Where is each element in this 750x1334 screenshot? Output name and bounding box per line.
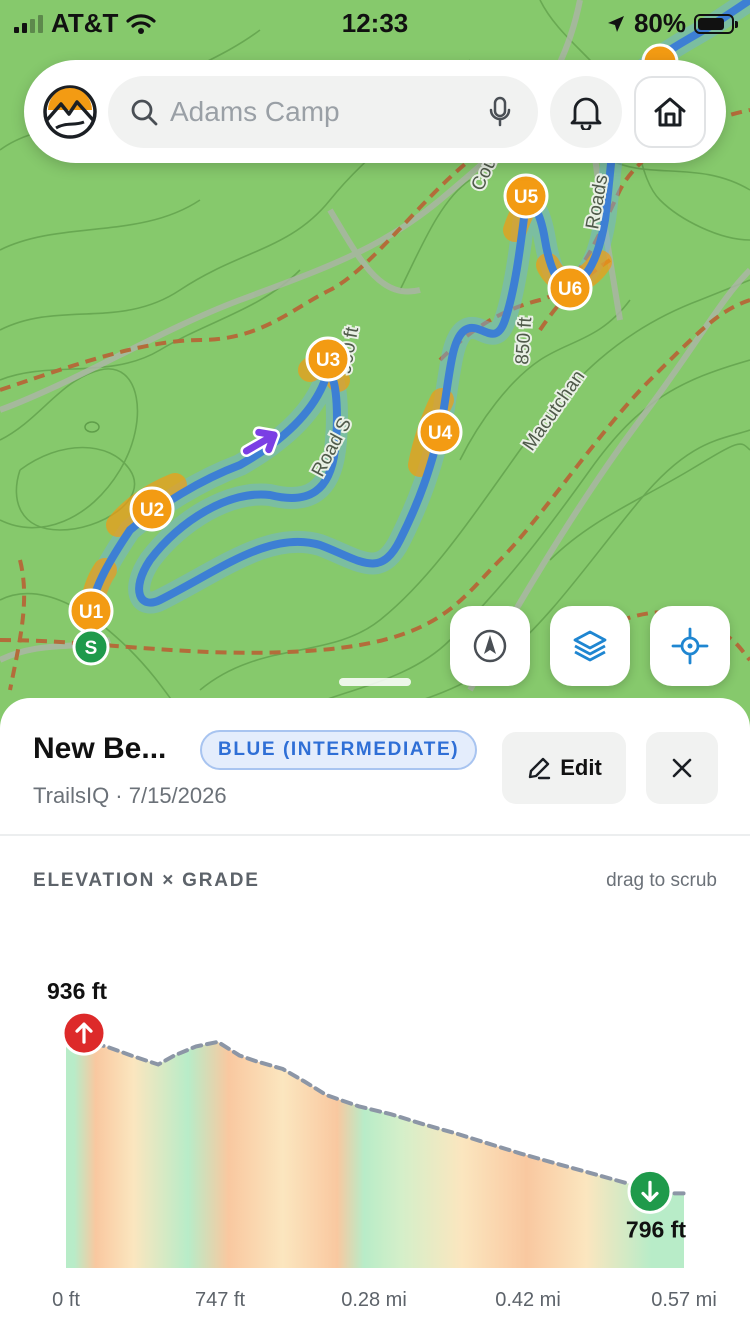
close-button[interactable] [646,732,718,804]
compass-button[interactable] [450,606,530,686]
route-details-sheet: New Be... BLUE (INTERMEDIATE) TrailsIQ ·… [0,698,750,1334]
close-icon [672,758,692,778]
contour-knoll [84,421,100,433]
svg-text:U4: U4 [428,423,453,444]
elevation-section-title: ELEVATION × GRADE [33,870,260,891]
x-tick-label: 0.42 mi [495,1289,561,1311]
location-arrow-icon [607,15,624,32]
svg-text:U2: U2 [140,500,164,521]
start-marker[interactable]: S [72,628,110,666]
svg-text:U3: U3 [316,350,340,371]
compass-icon [473,629,507,663]
svg-text:U1: U1 [79,602,104,623]
segment-marker-u1[interactable]: U1 [68,588,114,634]
segment-marker-u2[interactable]: U2 [129,486,175,532]
svg-text:U5: U5 [514,187,539,208]
x-tick-label: 0.57 mi [651,1289,717,1311]
difficulty-badge: BLUE (INTERMEDIATE) [200,730,478,770]
notifications-button[interactable] [550,76,622,148]
status-bar: AT&T 12:33 80% [0,0,750,44]
grade-fill [66,1035,684,1268]
max-elevation-marker [61,1010,107,1056]
locate-icon [671,627,709,665]
segment-marker-u4[interactable]: U4 [417,409,463,455]
divider [0,834,750,836]
elevation-chart[interactable]: 936 ft 796 ft 0 ft 747 ft 0.28 mi 0.42 mi 0.… [0,968,750,1334]
edit-button[interactable]: Edit [502,732,626,804]
locate-button[interactable] [650,606,730,686]
segment-marker-u6[interactable]: U6 [547,265,593,311]
x-axis-ticks: 0 ft 747 ft 0.28 mi 0.42 mi 0.57 mi [52,1289,717,1311]
min-elevation-label: 796 ft [626,1216,686,1242]
search-card [24,60,726,163]
search-icon [131,99,158,126]
route-meta: TrailsIQ · 7/15/2026 [33,783,227,808]
segment-marker-u3[interactable]: U3 [305,336,351,382]
search-input[interactable] [170,88,470,136]
x-tick-label: 0 ft [52,1289,80,1311]
sheet-drag-handle[interactable] [339,678,411,686]
grade-bands [66,1035,684,1268]
battery-percent: 80% [633,8,686,38]
edit-button-label: Edit [560,755,602,780]
battery-icon [694,13,738,34]
svg-text:U6: U6 [558,279,582,300]
segment-marker-u5[interactable]: U5 [503,173,549,219]
layers-icon [573,630,607,662]
mic-icon[interactable] [488,96,512,128]
bell-icon [570,97,602,130]
x-tick-label: 0.28 mi [341,1289,407,1311]
svg-text:S: S [85,638,98,659]
home-icon [654,97,686,127]
pencil-icon [529,757,551,780]
max-elevation-label: 936 ft [47,978,107,1004]
home-button[interactable] [634,76,706,148]
road-label-macutchan: Macutchan [519,367,590,455]
search-bar[interactable] [108,76,538,148]
layers-button[interactable] [550,606,630,686]
trails [0,78,750,691]
scrub-hint: drag to scrub [606,870,717,891]
contour-label-850: 850 ft [512,316,536,366]
route-title: New Be... [33,732,167,765]
x-tick-label: 747 ft [195,1289,245,1311]
app-logo-icon[interactable] [42,84,98,140]
min-elevation-marker [627,1168,673,1214]
